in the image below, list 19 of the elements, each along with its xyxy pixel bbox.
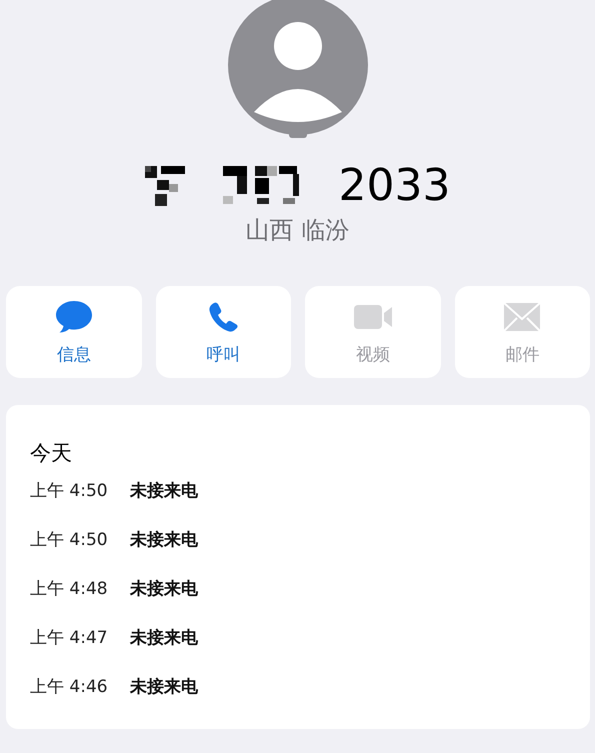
- call-time: 上午 4:46: [30, 676, 109, 698]
- call-type: 未接来电: [130, 529, 198, 551]
- call-type: 未接来电: [130, 676, 198, 698]
- phone-number: 2033: [338, 164, 450, 208]
- phone-icon: [207, 300, 240, 332]
- action-button[interactable]: 信息: [6, 286, 142, 378]
- call-time: 上午 4:48: [30, 578, 109, 600]
- call-type: 未接来电: [130, 627, 198, 649]
- call-time: 上午 4:47: [30, 627, 109, 649]
- call-time: 上午 4:50: [30, 529, 109, 551]
- envelope-icon: [503, 302, 542, 332]
- call-time: 上午 4:50: [30, 480, 109, 502]
- call-type: 未接来电: [130, 480, 198, 502]
- video-camera-icon: [352, 302, 393, 330]
- chat-bubble-icon: [54, 300, 93, 334]
- action-button[interactable]: 呼叫: [156, 286, 291, 378]
- call-type: 未接来电: [130, 578, 198, 600]
- location-label: 山西 临汾: [246, 215, 350, 246]
- section-heading: 今天: [30, 440, 72, 467]
